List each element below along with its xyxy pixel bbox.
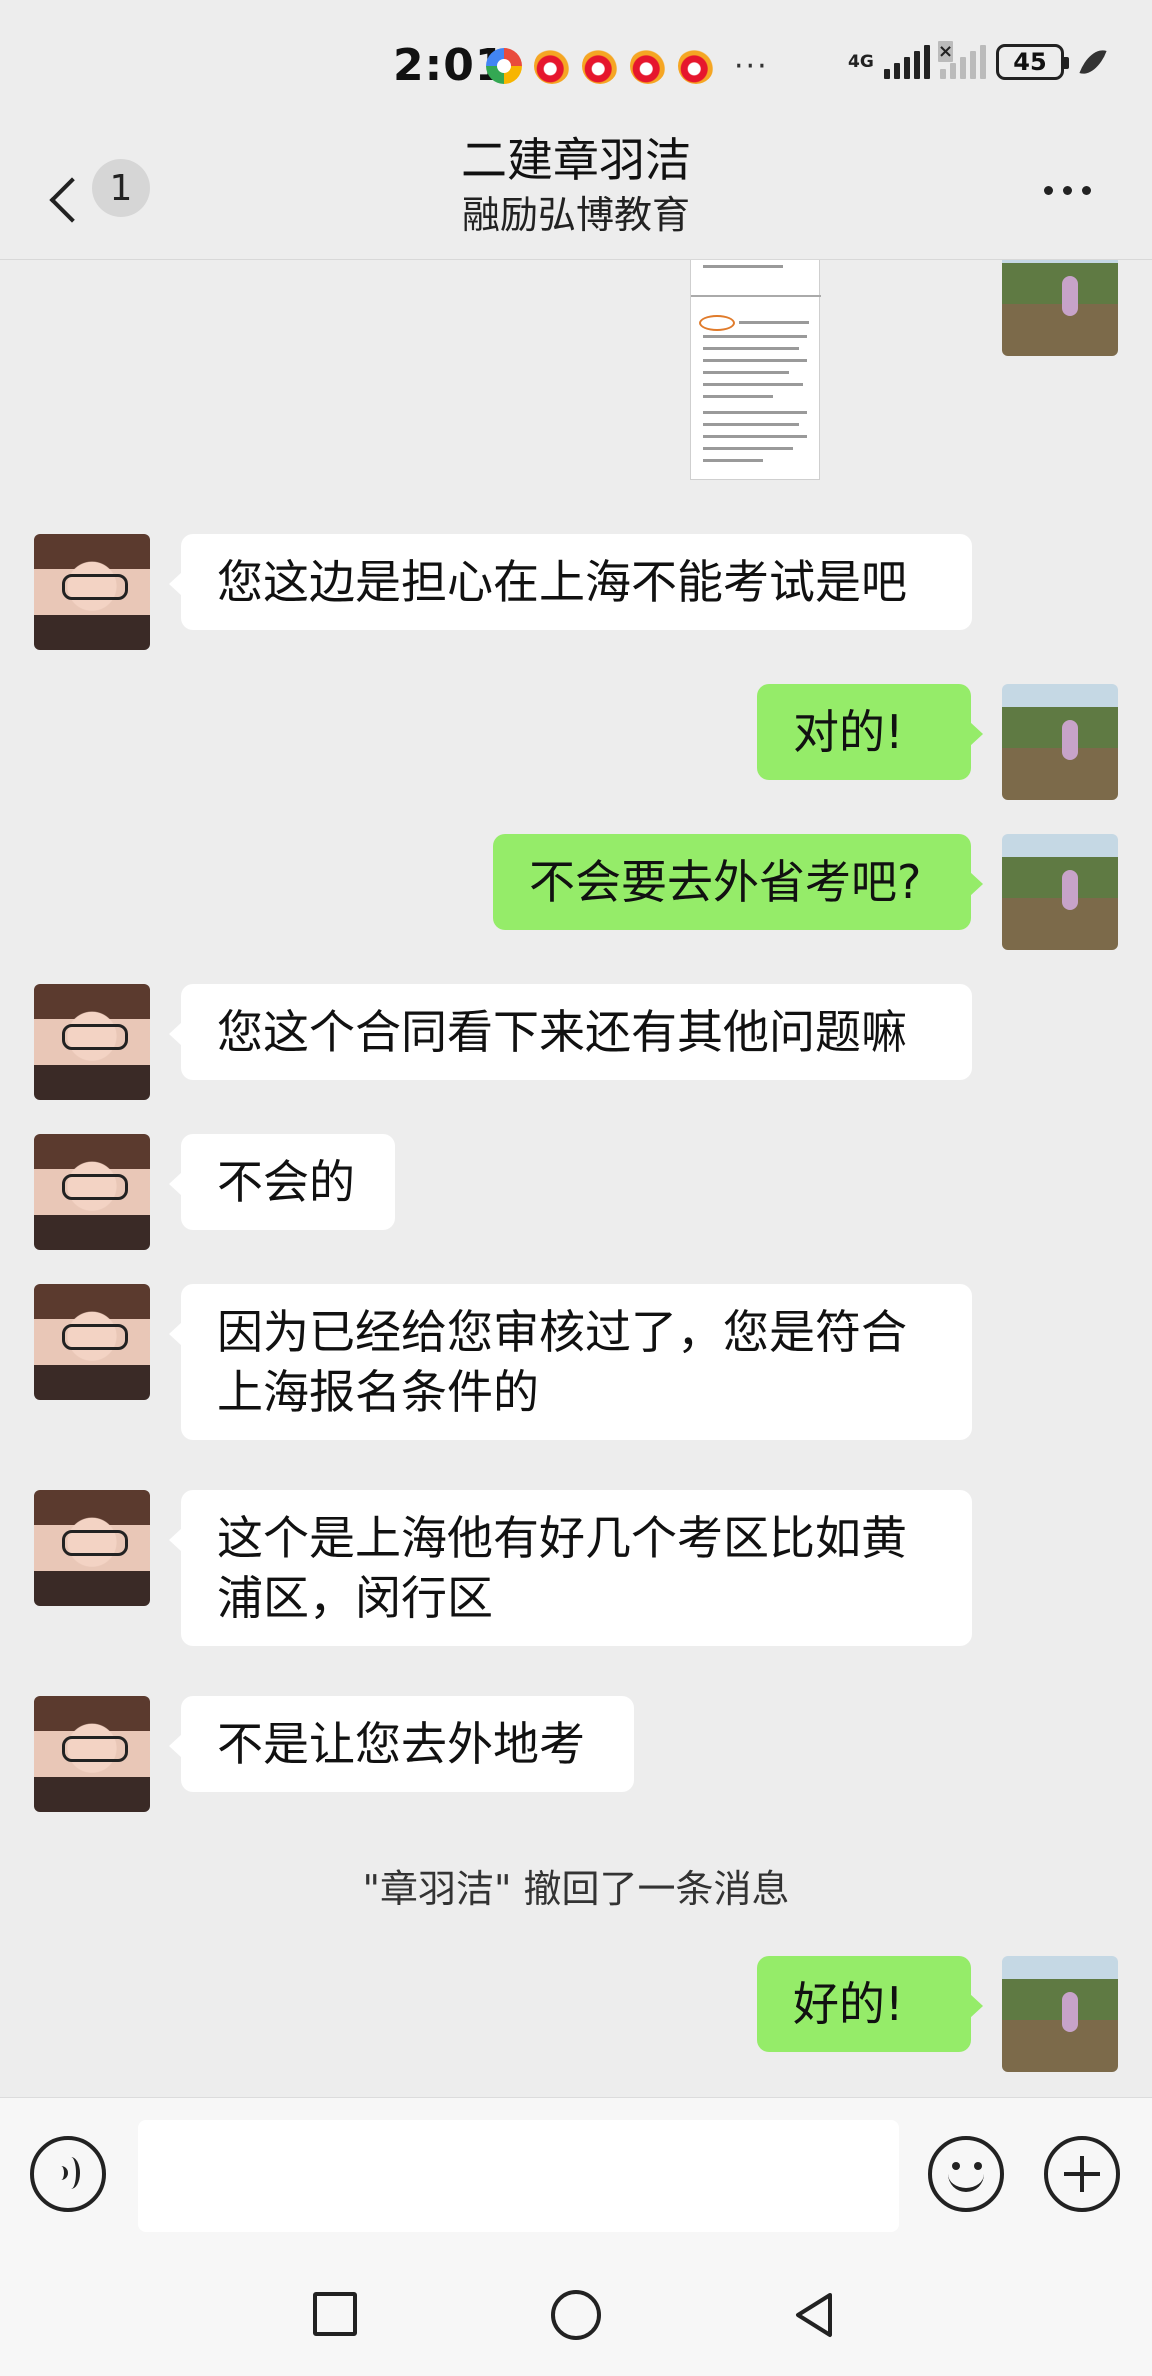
notification-icons: ···	[486, 48, 769, 84]
home-icon[interactable]	[551, 2290, 601, 2340]
document-image-thumbnail[interactable]	[690, 260, 821, 480]
my-avatar[interactable]	[1002, 684, 1118, 800]
contact-avatar[interactable]	[34, 984, 150, 1100]
my-avatar[interactable]	[1002, 260, 1118, 356]
system-indicators: 4G × 45	[848, 41, 1107, 80]
contact-avatar[interactable]	[34, 1284, 150, 1400]
network-type: 4G	[848, 51, 874, 72]
power-saving-leaf-icon	[1079, 44, 1107, 80]
input-bar	[0, 2097, 1152, 2247]
contact-avatar[interactable]	[34, 1696, 150, 1812]
emoji-icon[interactable]	[928, 2136, 1004, 2212]
system-navigation-bar	[0, 2247, 1152, 2376]
message-list[interactable]: 您这边是担心在上海不能考试是吧 对的! 不会要去外省考吧? 您这个合同看下来还有…	[0, 260, 1152, 2097]
recent-apps-icon[interactable]	[313, 2292, 357, 2336]
nav-back-icon[interactable]	[790, 2291, 838, 2339]
signal-no-service-icon: ×	[938, 41, 986, 79]
contact-avatar[interactable]	[34, 534, 150, 650]
weibo-icon	[678, 48, 714, 84]
chat-title: 二建章羽洁	[461, 133, 691, 187]
weibo-icon	[582, 48, 618, 84]
status-bar: 2:01 ··· 4G × 45	[0, 0, 1152, 130]
incoming-message[interactable]: 您这个合同看下来还有其他问题嘛	[169, 984, 972, 1080]
chat-header: 二建章羽洁 融励弘博教育 1	[0, 130, 1152, 260]
my-avatar[interactable]	[1002, 834, 1118, 950]
incoming-message[interactable]: 您这边是担心在上海不能考试是吧	[169, 534, 972, 630]
more-notifications-icon: ···	[734, 48, 769, 84]
message-row	[0, 260, 1152, 510]
signal-icon	[884, 45, 930, 79]
incoming-message[interactable]: 不会的	[169, 1134, 395, 1230]
my-avatar[interactable]	[1002, 1956, 1118, 2072]
battery-icon: 45	[996, 44, 1069, 80]
incoming-message[interactable]: 这个是上海他有好几个考区比如黄浦区，闵行区	[169, 1490, 972, 1646]
outgoing-message[interactable]: 对的!	[757, 684, 983, 780]
outgoing-message[interactable]: 好的!	[757, 1956, 983, 2052]
chat-subtitle: 融励弘博教育	[461, 193, 690, 237]
battery-level: 45	[1013, 48, 1047, 76]
voice-input-icon[interactable]	[30, 2136, 106, 2212]
weibo-icon	[630, 48, 666, 84]
message-input[interactable]	[138, 2120, 899, 2232]
outgoing-message[interactable]: 不会要去外省考吧?	[493, 834, 983, 930]
contact-avatar[interactable]	[34, 1490, 150, 1606]
plus-icon[interactable]	[1044, 2136, 1120, 2212]
more-options-icon[interactable]	[1044, 186, 1091, 195]
incoming-message[interactable]: 不是让您去外地考	[169, 1696, 634, 1792]
incoming-message[interactable]: 因为已经给您审核过了，您是符合上海报名条件的	[169, 1284, 972, 1440]
recall-notice: "章羽洁" 撤回了一条消息	[362, 1867, 790, 1911]
contact-avatar[interactable]	[34, 1134, 150, 1250]
multicolor-app-icon	[486, 48, 522, 84]
back-icon[interactable]	[44, 172, 84, 232]
unread-count-badge[interactable]: 1	[92, 159, 150, 217]
weibo-icon	[534, 48, 570, 84]
